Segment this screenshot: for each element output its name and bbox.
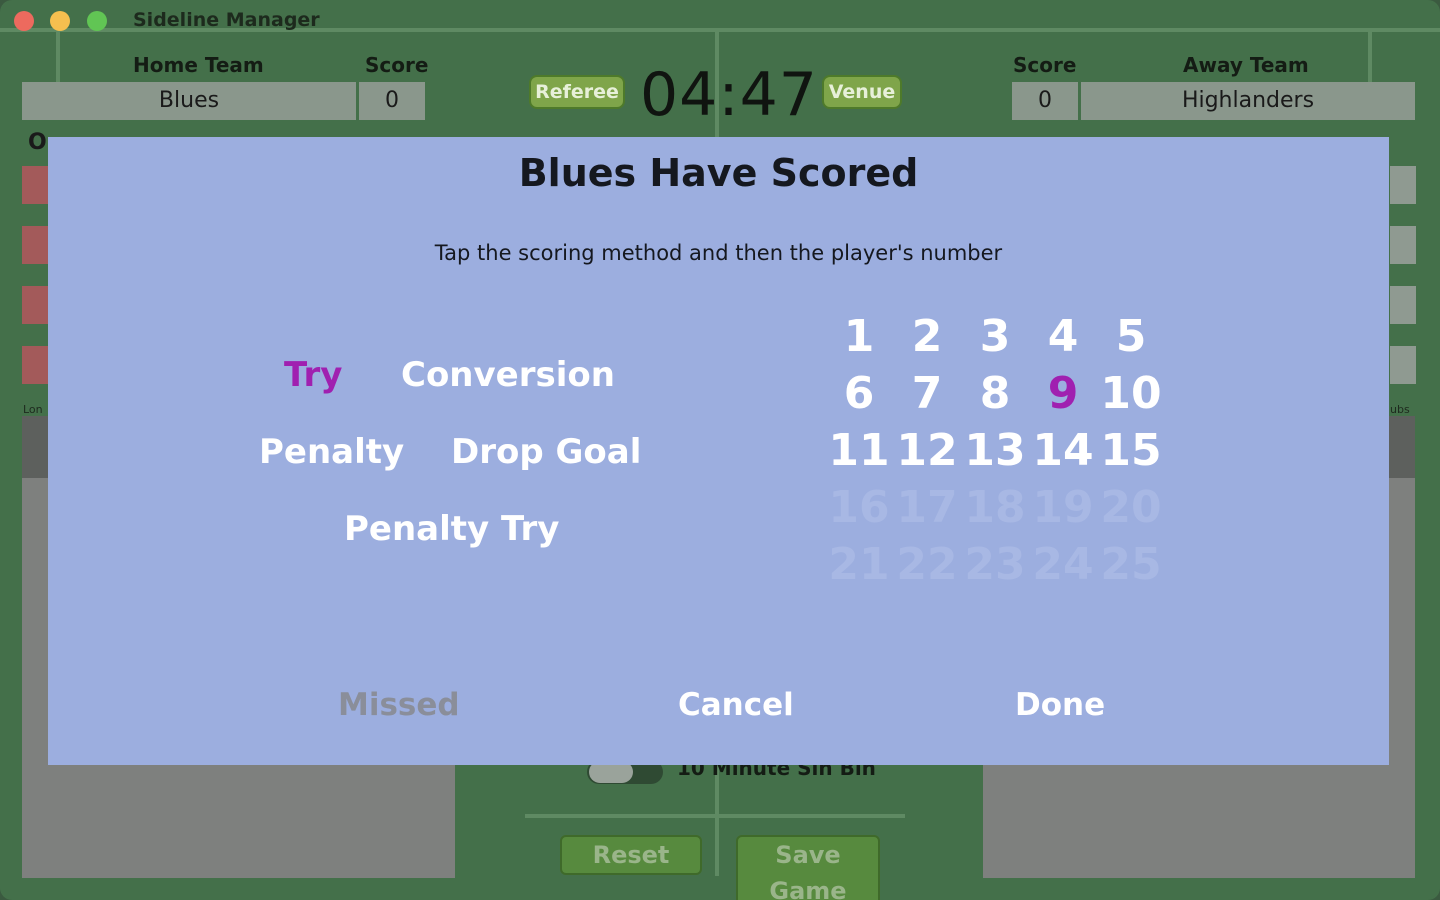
player-number-11-button[interactable]: 11 (825, 425, 893, 476)
minimize-window-button[interactable] (50, 11, 70, 31)
zoom-window-button[interactable] (87, 11, 107, 31)
away-player-row[interactable] (1390, 226, 1416, 264)
away-player-row[interactable] (1390, 346, 1416, 384)
player-number-9-button[interactable]: 9 (1029, 368, 1097, 419)
player-number-16-button[interactable]: 16 (825, 482, 893, 533)
reset-button[interactable]: Reset (560, 835, 702, 875)
away-score-field[interactable]: 0 (1012, 82, 1078, 120)
home-player-row[interactable] (22, 286, 48, 324)
referee-button[interactable]: Referee (529, 75, 625, 109)
away-team-field[interactable]: Highlanders (1081, 82, 1415, 120)
done-button[interactable]: Done (1015, 687, 1105, 723)
player-number-5-button[interactable]: 5 (1097, 311, 1165, 362)
player-number-12-button[interactable]: 12 (893, 425, 961, 476)
home-list-panel (22, 416, 48, 478)
player-number-13-button[interactable]: 13 (961, 425, 1029, 476)
home-team-field[interactable]: Blues (22, 82, 356, 120)
game-clock: 04:47 (640, 60, 818, 130)
player-number-4-button[interactable]: 4 (1029, 311, 1097, 362)
player-number-22-button[interactable]: 22 (893, 539, 961, 590)
home-player-row[interactable] (22, 166, 48, 204)
player-number-10-button[interactable]: 10 (1097, 368, 1165, 419)
method-try-button[interactable]: Try (284, 355, 342, 395)
column-header-fragment: O (28, 130, 47, 155)
home-player-row[interactable] (22, 346, 48, 384)
player-number-25-button[interactable]: 25 (1097, 539, 1165, 590)
save-game-button[interactable]: Save Game (736, 835, 880, 900)
home-team-label: Home Team (133, 53, 264, 77)
away-list-panel (1389, 416, 1415, 478)
player-number-17-button[interactable]: 17 (893, 482, 961, 533)
method-penalty-try-button[interactable]: Penalty Try (344, 509, 559, 549)
title-bar: Sideline Manager (0, 0, 1440, 40)
field-line (715, 766, 719, 876)
player-number-24-button[interactable]: 24 (1029, 539, 1097, 590)
method-penalty-button[interactable]: Penalty (259, 432, 404, 472)
venue-button[interactable]: Venue (822, 75, 902, 109)
dialog-instruction: Tap the scoring method and then the play… (434, 241, 1003, 265)
field-line (525, 814, 905, 818)
score-dialog: Blues Have Scored Tap the scoring method… (48, 137, 1389, 765)
list-label-fragment: Lon (23, 403, 43, 416)
player-number-7-button[interactable]: 7 (893, 368, 961, 419)
home-score-label: Score (365, 53, 429, 77)
close-window-button[interactable] (14, 11, 34, 31)
player-number-15-button[interactable]: 15 (1097, 425, 1165, 476)
player-number-1-button[interactable]: 1 (825, 311, 893, 362)
player-number-21-button[interactable]: 21 (825, 539, 893, 590)
player-number-20-button[interactable]: 20 (1097, 482, 1165, 533)
dialog-title: Blues Have Scored (518, 151, 919, 195)
home-player-row[interactable] (22, 226, 48, 264)
list-label-fragment: ubs (1390, 403, 1410, 416)
player-number-2-button[interactable]: 2 (893, 311, 961, 362)
home-score-field[interactable]: 0 (359, 82, 425, 120)
app-window: Sideline Manager Home Team Score Blues 0… (0, 0, 1440, 900)
player-number-19-button[interactable]: 19 (1029, 482, 1097, 533)
bottom-controls (455, 766, 983, 878)
method-conversion-button[interactable]: Conversion (401, 355, 615, 395)
player-number-8-button[interactable]: 8 (961, 368, 1029, 419)
cancel-button[interactable]: Cancel (678, 687, 794, 723)
player-number-6-button[interactable]: 6 (825, 368, 893, 419)
player-number-23-button[interactable]: 23 (961, 539, 1029, 590)
player-number-14-button[interactable]: 14 (1029, 425, 1097, 476)
method-drop-goal-button[interactable]: Drop Goal (451, 432, 641, 472)
window-title: Sideline Manager (133, 9, 320, 31)
player-number-18-button[interactable]: 18 (961, 482, 1029, 533)
away-team-label: Away Team (1183, 53, 1309, 77)
missed-button[interactable]: Missed (338, 687, 460, 723)
player-number-3-button[interactable]: 3 (961, 311, 1029, 362)
away-score-label: Score (1013, 53, 1077, 77)
away-player-row[interactable] (1390, 166, 1416, 204)
away-player-row[interactable] (1390, 286, 1416, 324)
